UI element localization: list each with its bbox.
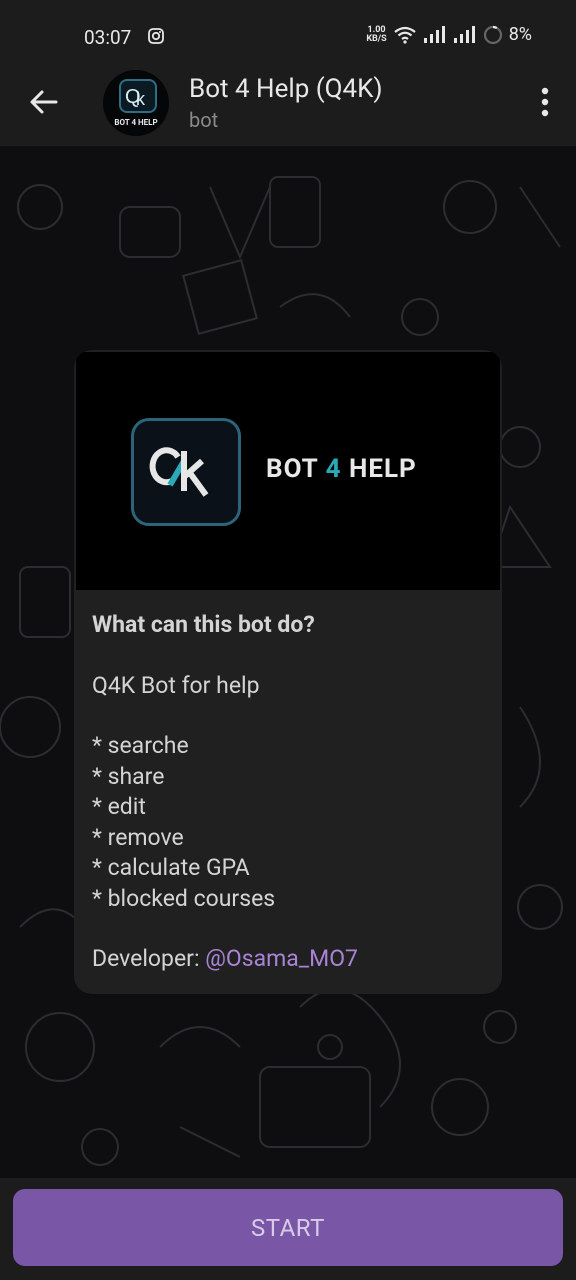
feature-list: * searche * share * edit * remove * calc… — [92, 731, 484, 914]
banner-text: BOT 4 HELP — [266, 454, 417, 484]
back-arrow-icon[interactable] — [28, 86, 60, 118]
signal-icon-2 — [453, 25, 475, 43]
chat-title[interactable]: Bot 4 Help (Q4K) — [189, 74, 383, 104]
svg-text:k: k — [136, 89, 146, 109]
avatar[interactable]: Q k BOT 4 HELP — [103, 70, 169, 136]
feature-item: * share — [92, 762, 165, 790]
developer-link[interactable]: @Osama_MO7 — [205, 945, 358, 972]
more-options-icon[interactable] — [540, 86, 550, 118]
feature-item: * remove — [92, 823, 184, 851]
signal-icon — [423, 25, 445, 43]
avatar-logo-icon: Q k — [119, 79, 157, 113]
card-description: Q4K Bot for help — [92, 671, 260, 699]
chat-header: Q k BOT 4 HELP Bot 4 Help (Q4K) bot — [0, 60, 576, 147]
status-right: 1.00 KB/S 8% — [366, 24, 532, 45]
bot-description: What can this bot do? Q4K Bot for help *… — [92, 610, 484, 975]
bot-banner: BOT 4 HELP — [76, 352, 500, 590]
bot-info-card: BOT 4 HELP What can this bot do? Q4K Bot… — [74, 350, 502, 994]
q4k-logo-icon — [131, 418, 241, 526]
start-button[interactable]: START — [13, 1189, 563, 1266]
chat-subtitle: bot — [189, 108, 219, 132]
avatar-caption: BOT 4 HELP — [114, 118, 158, 127]
wifi-icon — [394, 26, 416, 44]
feature-item: * edit — [92, 793, 146, 820]
feature-item: * calculate GPA — [92, 854, 250, 881]
net-speed: 1.00 KB/S — [366, 24, 387, 44]
feature-item: * blocked courses — [92, 884, 276, 912]
bottom-bar: START — [0, 1178, 576, 1280]
battery-icon — [483, 25, 502, 44]
card-heading: What can this bot do? — [92, 611, 315, 638]
instagram-icon — [148, 28, 164, 44]
battery-percent: 8% — [508, 24, 532, 45]
developer-label: Developer: — [92, 945, 206, 972]
feature-item: * searche — [92, 732, 189, 759]
developer-line: Developer: @Osama_MO7 — [92, 944, 484, 975]
status-time: 03:07 — [84, 26, 132, 49]
